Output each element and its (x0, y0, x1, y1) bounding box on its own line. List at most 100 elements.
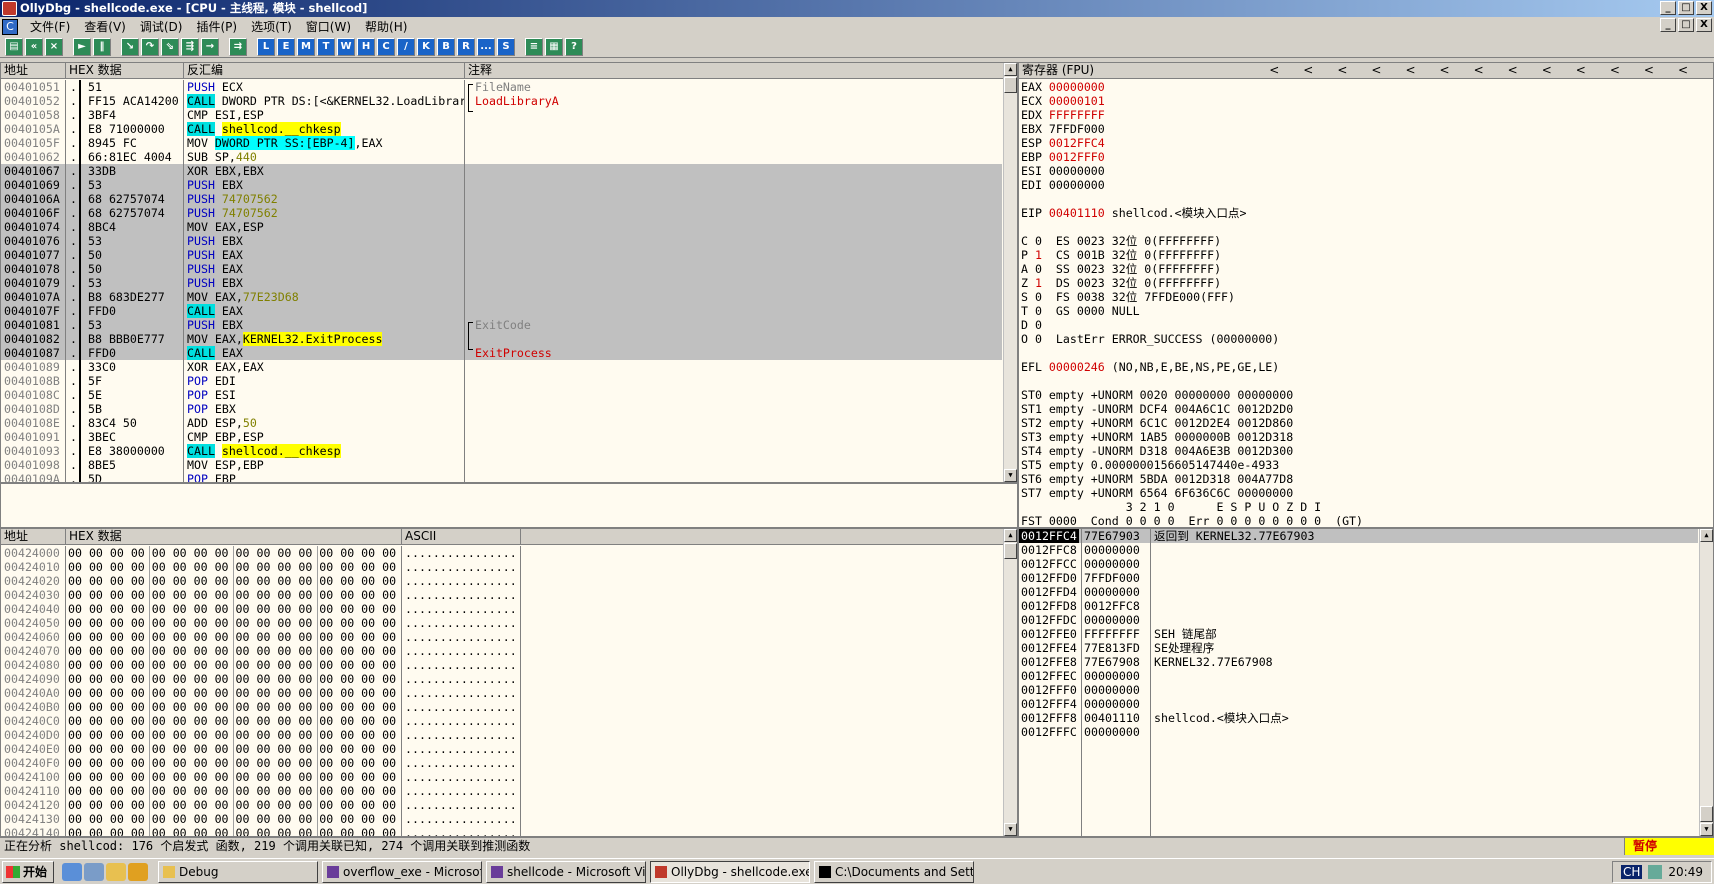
toolbar-window-button[interactable]: M (297, 37, 315, 56)
dump-row[interactable]: 00424030 00 00 00 00 00 00 00 00 00 00 00… (1, 588, 1002, 602)
input-language-indicator[interactable]: CH (1621, 865, 1643, 879)
register-nav-arrow[interactable]: < (1644, 63, 1678, 77)
dump-row[interactable]: 00424010 00 00 00 00 00 00 00 00 00 00 00… (1, 560, 1002, 574)
registers-header[interactable]: 寄存器 (FPU) <<<<<<<<<<<<< (1019, 63, 1713, 79)
list-icon[interactable]: ≡ (525, 37, 543, 56)
register-line[interactable]: EDX FFFFFFFF (1021, 108, 1713, 122)
dump-scrollbar[interactable]: ▲ ▼ (1003, 529, 1017, 836)
step-into-icon[interactable]: ↘ (121, 37, 139, 56)
explorer-icon[interactable] (106, 862, 126, 881)
disasm-row[interactable]: 0040106A. 68 62757074 PUSH 74707562 (1, 192, 1002, 206)
disasm-row[interactable]: 0040108C. 5E POP ESI (1, 388, 1002, 402)
toolbar-window-button[interactable]: C (377, 37, 395, 56)
register-nav-arrow[interactable]: < (1337, 63, 1371, 77)
dump-row[interactable]: 00424140 00 00 00 00 00 00 00 00 00 00 00… (1, 826, 1002, 836)
stack-row[interactable]: 0012FFC8 00000000 (1019, 543, 1698, 557)
disasm-row[interactable]: 00401077. 50 PUSH EAX (1, 248, 1002, 262)
register-nav-arrow[interactable]: < (1440, 63, 1474, 77)
stack-row[interactable]: 0012FFCC 00000000 (1019, 557, 1698, 571)
toolbar-window-button[interactable]: / (397, 37, 415, 56)
disasm-row[interactable]: 00401081. 53 PUSH EBX ExitCode (1, 318, 1002, 332)
scroll-up-icon[interactable]: ▲ (1700, 529, 1713, 542)
restart-icon[interactable]: « (25, 37, 43, 56)
menu-file[interactable]: 文件(F) (24, 18, 78, 35)
run-icon[interactable]: ► (73, 37, 91, 56)
dump-row[interactable]: 004240F0 00 00 00 00 00 00 00 00 00 00 00… (1, 756, 1002, 770)
ie-icon[interactable] (62, 862, 82, 881)
maximize-button[interactable]: □ (1678, 1, 1694, 15)
register-nav-arrow[interactable]: < (1269, 63, 1303, 77)
register-line[interactable]: ST1 empty -UNORM DCF4 004A6C1C 0012D2D0 (1021, 402, 1713, 416)
register-nav-arrow[interactable]: < (1303, 63, 1337, 77)
register-nav-arrow[interactable]: < (1405, 63, 1439, 77)
disasm-row[interactable]: 00401052. FF15 ACA14200 CALL DWORD PTR DS:… (1, 94, 1002, 108)
stack-row[interactable]: 0012FFF0 00000000 (1019, 683, 1698, 697)
close-program-icon[interactable]: × (45, 37, 63, 56)
register-nav-arrow[interactable]: < (1371, 63, 1405, 77)
dump-row[interactable]: 00424070 00 00 00 00 00 00 00 00 00 00 00… (1, 644, 1002, 658)
dump-row[interactable]: 004240E0 00 00 00 00 00 00 00 00 00 00 00… (1, 742, 1002, 756)
stack-row[interactable]: 0012FFFC 00000000 (1019, 725, 1698, 739)
trace-over-icon[interactable]: ⇶ (181, 37, 199, 56)
disasm-row[interactable]: 0040108D. 5B POP EBX (1, 402, 1002, 416)
stack-row[interactable]: 0012FFD4 00000000 (1019, 585, 1698, 599)
register-line[interactable]: EAX 00000000 (1021, 80, 1713, 94)
dump-row[interactable]: 00424080 00 00 00 00 00 00 00 00 00 00 00… (1, 658, 1002, 672)
disasm-row[interactable]: 00401089. 33C0 XOR EAX,EAX (1, 360, 1002, 374)
mdi-minimize-button[interactable]: _ (1660, 18, 1676, 32)
start-button[interactable]: 开始 (2, 860, 54, 883)
dump-row[interactable]: 00424120 00 00 00 00 00 00 00 00 00 00 00… (1, 798, 1002, 812)
toolbar-window-button[interactable]: E (277, 37, 295, 56)
register-line[interactable]: ST5 empty 0.0000000156605147440e-4933 (1021, 458, 1713, 472)
execute-till-return-icon[interactable]: → (201, 37, 219, 56)
stack-row[interactable]: 0012FFD8 0012FFC8 (1019, 599, 1698, 613)
register-nav-arrow[interactable]: < (1508, 63, 1542, 77)
disasm-row[interactable]: 0040109A. 5D POP EBP (1, 472, 1002, 482)
scroll-thumb[interactable] (1700, 806, 1713, 822)
stack-row[interactable]: 0012FFDC 00000000 (1019, 613, 1698, 627)
tray-icon[interactable] (1648, 865, 1663, 879)
register-line[interactable] (1021, 346, 1713, 360)
register-line[interactable]: P 1 CS 001B 32位 0(FFFFFFFF) (1021, 248, 1713, 262)
disasm-row[interactable]: 0040108E. 83C4 50 ADD ESP,50 (1, 416, 1002, 430)
register-line[interactable]: ST3 empty +UNORM 1AB5 0000000B 0012D318 (1021, 430, 1713, 444)
grid-icon[interactable]: ▦ (545, 37, 563, 56)
disasm-row[interactable]: 0040105A. E8 71000000 CALL shellcod.__chke… (1, 122, 1002, 136)
dump-row[interactable]: 00424020 00 00 00 00 00 00 00 00 00 00 00… (1, 574, 1002, 588)
disasm-row[interactable]: 0040105F. 8945 FC MOV DWORD PTR SS:[EBP-4]… (1, 136, 1002, 150)
menu-debug[interactable]: 调试(D) (134, 18, 191, 35)
toolbar-window-button[interactable]: L (257, 37, 275, 56)
pause-icon[interactable]: ‖ (93, 37, 111, 56)
scroll-thumb[interactable] (1004, 77, 1017, 93)
dump-row[interactable]: 00424100 00 00 00 00 00 00 00 00 00 00 00… (1, 770, 1002, 784)
stack-row[interactable]: 0012FFF4 00000000 (1019, 697, 1698, 711)
register-line[interactable] (1021, 220, 1713, 234)
register-line[interactable]: A 0 SS 0023 32位 0(FFFFFFFF) (1021, 262, 1713, 276)
dump-row[interactable]: 00424040 00 00 00 00 00 00 00 00 00 00 00… (1, 602, 1002, 616)
menu-plugins[interactable]: 插件(P) (190, 18, 245, 35)
disasm-row[interactable]: 0040106F. 68 62757074 PUSH 74707562 (1, 206, 1002, 220)
taskbar-button[interactable]: Debug (158, 860, 318, 883)
register-line[interactable]: ST0 empty +UNORM 0020 00000000 00000000 (1021, 388, 1713, 402)
register-line[interactable]: ST2 empty +UNORM 6C1C 0012D2E4 0012D860 (1021, 416, 1713, 430)
open-icon[interactable]: ▤ (5, 37, 23, 56)
register-line[interactable] (1021, 374, 1713, 388)
register-line[interactable]: T 0 GS 0000 NULL (1021, 304, 1713, 318)
stack-row[interactable]: 0012FFEC 00000000 (1019, 669, 1698, 683)
scroll-up-icon[interactable]: ▲ (1004, 529, 1017, 542)
dump-row[interactable]: 00424090 00 00 00 00 00 00 00 00 00 00 00… (1, 672, 1002, 686)
disasm-row[interactable]: 00401058. 3BF4 CMP ESI,ESP (1, 108, 1002, 122)
toolbar-window-button[interactable]: B (437, 37, 455, 56)
stack-row[interactable]: 0012FFE8 77E67908 KERNEL32.77E67908 (1019, 655, 1698, 669)
disasm-header-address[interactable]: 地址 (1, 63, 66, 79)
menu-window[interactable]: 窗口(W) (300, 18, 359, 35)
disasm-row[interactable]: 00401087. FFD0 CALL EAX ExitProcess (1, 346, 1002, 360)
dump-row[interactable]: 004240B0 00 00 00 00 00 00 00 00 00 00 00… (1, 700, 1002, 714)
disasm-header-comment[interactable]: 注释 (465, 63, 1005, 79)
taskbar-button[interactable]: shellcode - Microsoft Visu... (486, 860, 646, 883)
minimize-button[interactable]: _ (1660, 1, 1676, 15)
register-line[interactable]: ESP 0012FFC4 (1021, 136, 1713, 150)
trace-into-icon[interactable]: ⇘ (161, 37, 179, 56)
register-line[interactable]: EIP 00401110 shellcod.<模块入口点> (1021, 206, 1713, 220)
disasm-row[interactable]: 0040108B. 5F POP EDI (1, 374, 1002, 388)
